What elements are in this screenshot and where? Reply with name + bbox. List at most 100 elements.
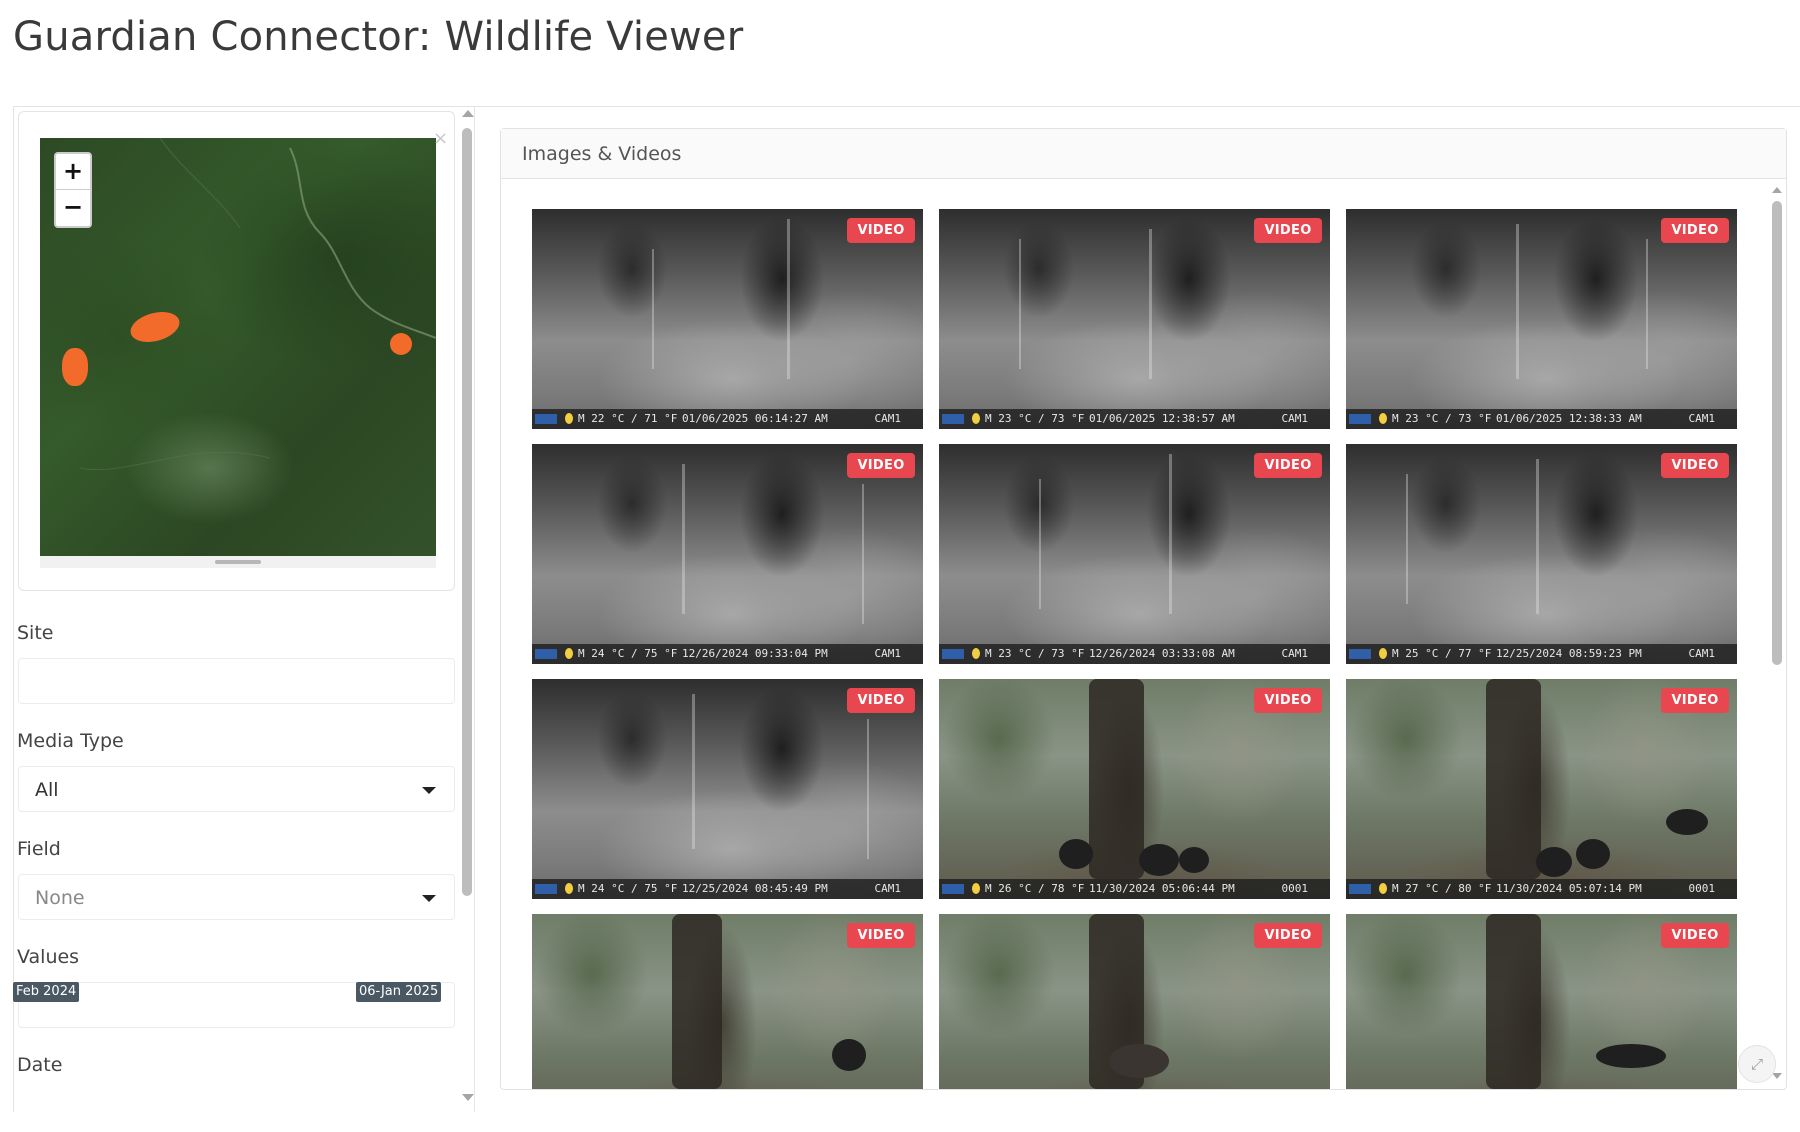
site-input[interactable] xyxy=(18,658,455,704)
camera-id-text: 0001 xyxy=(1688,882,1716,895)
moon-icon xyxy=(565,883,573,894)
video-badge: VIDEO xyxy=(847,688,915,713)
close-icon[interactable]: × xyxy=(433,128,448,149)
media-tile[interactable]: VIDEO M 26 °C / 78 °F 11/30/2024 05:06:4… xyxy=(939,679,1330,899)
video-badge: VIDEO xyxy=(1254,688,1322,713)
media-tile[interactable]: VIDEO M 27 °C / 80 °F 11/30/2024 05:07:1… xyxy=(1346,679,1737,899)
page-title: Guardian Connector: Wildlife Viewer xyxy=(13,14,744,60)
zoom-control: + − xyxy=(54,152,92,228)
timestamp-text: 12/26/2024 03:33:08 AM xyxy=(1089,647,1235,660)
media-panel-title: Images & Videos xyxy=(522,143,682,165)
camera-info-bar: M 23 °C / 73 °F 12/26/2024 03:33:08 AM C… xyxy=(939,644,1330,664)
media-tile[interactable]: VIDEO M 23 °C / 73 °F 12/26/2024 03:33:0… xyxy=(939,444,1330,664)
values-label: Values xyxy=(17,946,80,968)
video-badge: VIDEO xyxy=(1254,923,1322,948)
camera-info-bar: M 24 °C / 75 °F 12/25/2024 08:45:49 PM C… xyxy=(532,879,923,899)
temperature-text: M 23 °C / 73 °F xyxy=(985,647,1085,660)
timestamp-text: 12/25/2024 08:45:49 PM xyxy=(682,882,828,895)
media-tile[interactable]: VIDEO M 25 °C / 77 °F 12/25/2024 08:59:2… xyxy=(1346,444,1737,664)
camera-brand-logo xyxy=(942,884,964,894)
video-badge: VIDEO xyxy=(1661,453,1729,478)
scroll-down-icon[interactable] xyxy=(1772,1073,1782,1079)
camera-info-bar: M 24 °C / 75 °F 12/26/2024 09:33:04 PM C… xyxy=(532,644,923,664)
moon-icon xyxy=(1379,883,1387,894)
resize-grip-icon xyxy=(215,560,261,564)
media-tile[interactable]: VIDEO M 23 °C / 73 °F 01/06/2025 12:38:3… xyxy=(1346,209,1737,429)
camera-brand-logo xyxy=(942,649,964,659)
map-card: + − × xyxy=(18,111,455,591)
site-label: Site xyxy=(17,622,54,644)
caret-down-icon xyxy=(422,895,436,902)
temperature-text: M 26 °C / 78 °F xyxy=(985,882,1085,895)
camera-id-text: CAM1 xyxy=(1688,647,1716,660)
media-type-value: All xyxy=(35,779,59,801)
temperature-text: M 24 °C / 75 °F xyxy=(578,882,678,895)
video-badge: VIDEO xyxy=(1661,923,1729,948)
timestamp-text: 01/06/2025 12:38:33 AM xyxy=(1496,412,1642,425)
camera-brand-logo xyxy=(535,649,557,659)
moon-icon xyxy=(972,648,980,659)
camera-info-bar: M 23 °C / 73 °F 01/06/2025 12:38:33 AM C… xyxy=(1346,409,1737,429)
camera-brand-logo xyxy=(1349,649,1371,659)
zoom-out-button[interactable]: − xyxy=(56,190,90,226)
media-tile[interactable]: VIDEO M 22 °C / 71 °F 01/06/2025 06:14:2… xyxy=(532,209,923,429)
temperature-text: M 22 °C / 71 °F xyxy=(578,412,678,425)
filter-sidebar: + − × Site Media Type All Field None Val… xyxy=(13,106,475,1112)
timestamp-text: 11/30/2024 05:06:44 PM xyxy=(1089,882,1235,895)
camera-brand-logo xyxy=(1349,414,1371,424)
camera-info-bar: M 26 °C / 78 °F 11/30/2024 05:06:44 PM 0… xyxy=(939,879,1330,899)
date-range-start[interactable]: Feb 2024 xyxy=(13,982,80,1002)
media-tile[interactable]: VIDEO xyxy=(532,914,923,1089)
scroll-down-icon[interactable] xyxy=(462,1094,474,1101)
media-panel-header: Images & Videos xyxy=(501,129,1786,179)
video-badge: VIDEO xyxy=(847,453,915,478)
camera-info-bar: M 23 °C / 73 °F 01/06/2025 12:38:57 AM C… xyxy=(939,409,1330,429)
moon-icon xyxy=(565,648,573,659)
scroll-up-icon[interactable] xyxy=(1772,187,1782,193)
timestamp-text: 01/06/2025 12:38:57 AM xyxy=(1089,412,1235,425)
timestamp-text: 12/26/2024 09:33:04 PM xyxy=(682,647,828,660)
expand-icon[interactable]: ⤢ xyxy=(1738,1045,1776,1083)
video-badge: VIDEO xyxy=(1254,218,1322,243)
media-panel: Images & Videos VIDEO M 22 °C / 71 °F 01… xyxy=(500,128,1787,1090)
field-select[interactable]: None xyxy=(18,874,455,920)
temperature-text: M 27 °C / 80 °F xyxy=(1392,882,1492,895)
sidebar-scroll-thumb[interactable] xyxy=(462,128,472,896)
temperature-text: M 24 °C / 75 °F xyxy=(578,647,678,660)
camera-id-text: CAM1 xyxy=(1688,412,1716,425)
moon-icon xyxy=(972,883,980,894)
media-tile[interactable]: VIDEO xyxy=(939,914,1330,1089)
camera-info-bar: M 22 °C / 71 °F 01/06/2025 06:14:27 AM C… xyxy=(532,409,923,429)
sidebar-scrollbar[interactable] xyxy=(460,106,474,1112)
video-badge: VIDEO xyxy=(1254,453,1322,478)
video-badge: VIDEO xyxy=(847,923,915,948)
camera-id-text: CAM1 xyxy=(874,647,902,660)
map-marker[interactable] xyxy=(62,348,88,386)
media-type-label: Media Type xyxy=(17,730,124,752)
media-tile[interactable]: VIDEO M 23 °C / 73 °F 01/06/2025 12:38:5… xyxy=(939,209,1330,429)
camera-brand-logo xyxy=(535,884,557,894)
video-badge: VIDEO xyxy=(1661,688,1729,713)
date-range-end[interactable]: 06-Jan 2025 xyxy=(356,982,442,1002)
camera-id-text: 0001 xyxy=(1281,882,1309,895)
camera-id-text: CAM1 xyxy=(1281,412,1309,425)
moon-icon xyxy=(1379,648,1387,659)
timestamp-text: 12/25/2024 08:59:23 PM xyxy=(1496,647,1642,660)
media-scrollbar[interactable] xyxy=(1771,183,1783,1088)
map[interactable]: + − xyxy=(40,138,436,556)
zoom-in-button[interactable]: + xyxy=(56,154,90,190)
media-tile[interactable]: VIDEO M 24 °C / 75 °F 12/25/2024 08:45:4… xyxy=(532,679,923,899)
temperature-text: M 23 °C / 73 °F xyxy=(985,412,1085,425)
media-tile[interactable]: VIDEO xyxy=(1346,914,1737,1089)
media-tile[interactable]: VIDEO M 24 °C / 75 °F 12/26/2024 09:33:0… xyxy=(532,444,923,664)
camera-info-bar: M 25 °C / 77 °F 12/25/2024 08:59:23 PM C… xyxy=(1346,644,1737,664)
moon-icon xyxy=(972,413,980,424)
media-scroll-thumb[interactable] xyxy=(1772,201,1782,665)
moon-icon xyxy=(1379,413,1387,424)
map-marker[interactable] xyxy=(390,333,412,355)
media-type-select[interactable]: All xyxy=(18,766,455,812)
scroll-up-icon[interactable] xyxy=(462,110,474,117)
map-resize-handle[interactable] xyxy=(40,556,436,568)
temperature-text: M 25 °C / 77 °F xyxy=(1392,647,1492,660)
camera-id-text: CAM1 xyxy=(874,882,902,895)
